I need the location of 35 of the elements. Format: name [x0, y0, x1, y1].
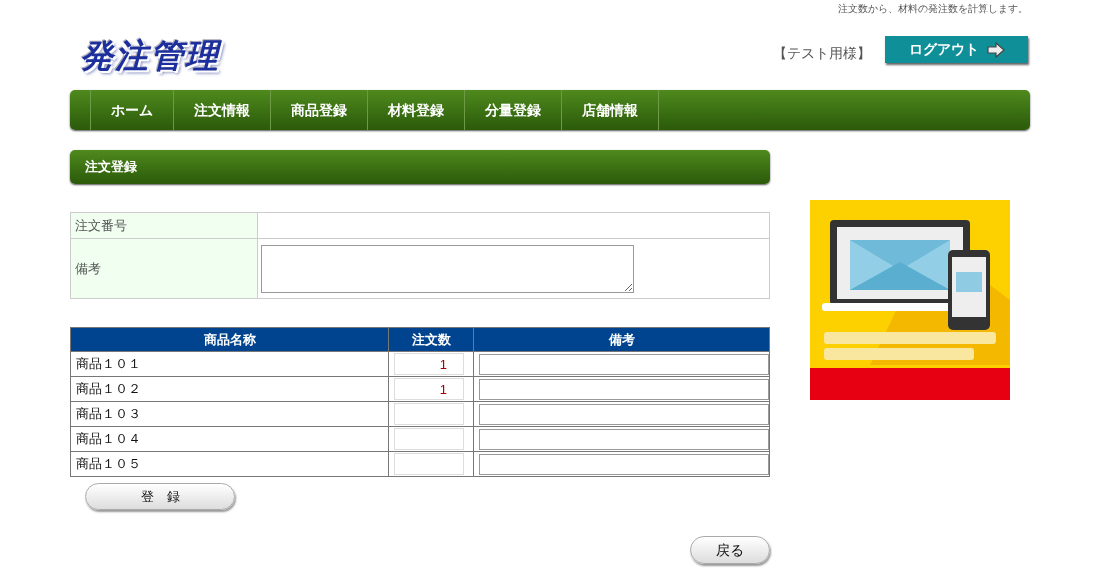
register-button[interactable]: 登 録	[85, 483, 235, 510]
nav-item[interactable]: 商品登録	[270, 90, 367, 130]
field-label: 注文番号	[70, 212, 258, 239]
field-label: 備考	[70, 238, 258, 299]
user-name: 【テスト用様】	[773, 44, 871, 63]
column-header: 備考	[473, 327, 770, 352]
product-name: 商品１０３	[70, 401, 389, 427]
quantity-field[interactable]	[394, 403, 464, 425]
tagline: 注文数から、材料の発注数を計算します。	[838, 3, 1028, 14]
quantity-field[interactable]: 1	[394, 353, 464, 375]
section-header: 注文登録	[70, 150, 770, 184]
nav-item[interactable]: 分量登録	[464, 90, 561, 130]
note-input[interactable]	[479, 428, 769, 450]
nav-item[interactable]: 材料登録	[367, 90, 464, 130]
back-button[interactable]: 戻る	[690, 536, 770, 564]
nav-item[interactable]: ホーム	[90, 90, 173, 130]
arrow-icon	[986, 41, 1005, 58]
note-input[interactable]	[479, 403, 769, 425]
product-name: 商品１０５	[70, 451, 389, 477]
note-input[interactable]	[479, 353, 769, 375]
nav-item[interactable]: 注文情報	[173, 90, 270, 130]
quantity-field[interactable]	[394, 428, 464, 450]
note-input[interactable]	[479, 378, 769, 400]
note-input[interactable]	[479, 453, 769, 475]
column-header: 商品名称	[70, 327, 389, 352]
product-name: 商品１０２	[70, 376, 389, 402]
column-header: 注文数	[388, 327, 474, 352]
note-field[interactable]	[261, 244, 634, 293]
product-name: 商品１０１	[70, 351, 389, 377]
quantity-field[interactable]	[394, 453, 464, 475]
logout-button[interactable]: ログアウト	[885, 36, 1028, 63]
nav-item[interactable]: 店舗情報	[561, 90, 659, 130]
product-name: 商品１０４	[70, 426, 389, 452]
logo: 発注管理	[80, 36, 220, 76]
quantity-field[interactable]: 1	[394, 378, 464, 400]
